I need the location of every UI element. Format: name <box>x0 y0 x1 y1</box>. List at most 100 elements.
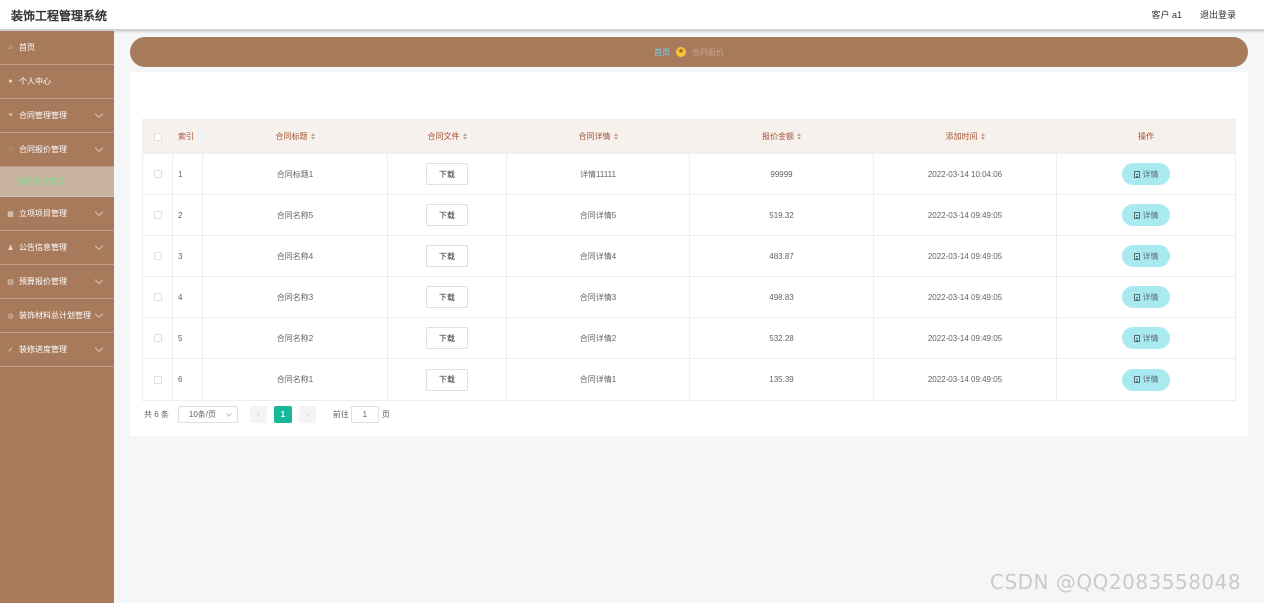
row-title: 合同名称4 <box>203 236 388 276</box>
download-button[interactable]: 下载 <box>426 163 468 185</box>
sidebar-item-label: 公告信息管理 <box>19 243 67 252</box>
row-checkbox[interactable] <box>153 293 162 301</box>
breadcrumb-home[interactable]: 首页 <box>654 47 670 58</box>
download-button[interactable]: 下载 <box>426 368 468 391</box>
row-index: 4 <box>173 277 203 317</box>
download-button[interactable]: 下载 <box>426 286 468 308</box>
contract-icon: ≡ <box>8 112 13 119</box>
chevron-down-icon <box>94 207 104 217</box>
detail-button[interactable]: 详情 <box>1122 245 1170 267</box>
row-actions: 详情 <box>1057 195 1235 235</box>
detail-button[interactable]: 详情 <box>1122 163 1170 185</box>
row-time: 2022-03-14 09:49:05 <box>874 236 1057 276</box>
detail-button[interactable]: 详情 <box>1122 204 1170 226</box>
detail-button[interactable]: 详情 <box>1122 368 1170 391</box>
project-icon: ▦ <box>7 210 14 218</box>
table-row: 5 合同名称2 下载 合同详情2 532.28 2022-03-14 09:49… <box>143 318 1235 359</box>
sort-icon[interactable] <box>797 133 801 140</box>
star-icon: ★ <box>676 47 686 57</box>
row-title: 合同名称3 <box>203 277 388 317</box>
budget-icon: ▤ <box>7 278 14 286</box>
sidebar-item-contract[interactable]: ≡ 合同管理管理 <box>0 99 114 133</box>
sidebar-item-notice[interactable]: ♟ 公告信息管理 <box>0 231 114 265</box>
column-header-time[interactable]: 添加时间 <box>874 120 1057 153</box>
row-time: 2022-03-14 09:49:05 <box>874 359 1057 400</box>
notice-icon: ♟ <box>7 244 14 252</box>
chevron-down-icon <box>94 343 104 353</box>
row-actions: 详情 <box>1057 318 1235 358</box>
row-select-cell <box>143 195 173 235</box>
sort-icon[interactable] <box>980 133 985 140</box>
chevron-down-icon <box>94 275 104 285</box>
row-checkbox[interactable] <box>153 334 162 342</box>
goto-page-input[interactable] <box>350 406 379 423</box>
download-button[interactable]: 下载 <box>426 204 468 226</box>
sidebar-item-label: 合同管理管理 <box>19 111 67 120</box>
detail-button-label: 详情 <box>1142 251 1159 261</box>
row-detail: 合同详情5 <box>507 195 690 235</box>
sidebar-item-contract-quote[interactable]: ◌ 合同报价管理 <box>0 133 114 167</box>
sort-icon[interactable] <box>613 133 618 140</box>
row-time: 2022-03-14 09:49:05 <box>874 195 1057 235</box>
sort-icon[interactable] <box>462 133 467 140</box>
detail-button-label: 详情 <box>1142 292 1159 302</box>
column-header-title[interactable]: 合同标题 <box>203 120 388 153</box>
sort-icon[interactable] <box>310 133 315 140</box>
column-header-detail[interactable]: 合同详情 <box>507 120 690 153</box>
row-select-cell <box>143 154 173 194</box>
row-checkbox[interactable] <box>153 375 162 384</box>
page-number-button[interactable]: 1 <box>273 406 292 423</box>
table-row: 3 合同名称4 下载 合同详情4 483.87 2022-03-14 09:49… <box>143 236 1235 277</box>
document-icon <box>1133 170 1140 178</box>
row-select-cell <box>143 277 173 317</box>
sidebar-item-profile[interactable]: ● 个人中心 <box>0 65 114 99</box>
select-all-cell <box>143 120 173 153</box>
table-row: 6 合同名称1 下载 合同详情1 135.39 2022-03-14 09:49… <box>143 359 1235 400</box>
sidebar: ⌂ 首页 ● 个人中心 ≡ 合同管理管理 ◌ 合同报价管理 合同报价管理 ▦ 立… <box>0 31 114 603</box>
row-checkbox[interactable] <box>153 252 162 260</box>
row-detail: 合同详情2 <box>507 318 690 358</box>
sidebar-item-project[interactable]: ▦ 立项项目管理 <box>0 197 114 231</box>
row-amount: 498.83 <box>690 277 874 317</box>
row-file-cell: 下载 <box>388 318 507 358</box>
row-checkbox[interactable] <box>153 170 162 178</box>
logout-button[interactable]: 退出登录 <box>1200 8 1236 21</box>
row-actions: 详情 <box>1057 154 1235 194</box>
select-all-checkbox[interactable] <box>153 132 162 141</box>
chevron-down-icon <box>94 143 104 153</box>
download-button[interactable]: 下载 <box>426 327 468 349</box>
page-size-select[interactable]: 10条/页 <box>177 406 238 423</box>
row-checkbox[interactable] <box>153 211 162 219</box>
row-title: 合同名称5 <box>203 195 388 235</box>
row-amount: 519.32 <box>690 195 874 235</box>
chevron-down-icon <box>94 109 104 119</box>
column-header-amount[interactable]: 报价金额 <box>690 120 874 153</box>
sidebar-subitem-contract-quote[interactable]: 合同报价管理 <box>0 167 114 197</box>
row-file-cell: 下载 <box>388 277 507 317</box>
document-icon <box>1133 211 1140 219</box>
sidebar-item-home[interactable]: ⌂ 首页 <box>0 31 114 65</box>
prev-page-button[interactable]: ‹ <box>249 406 267 423</box>
download-button[interactable]: 下载 <box>426 245 468 267</box>
sidebar-item-budget[interactable]: ▤ 预算报价管理 <box>0 265 114 299</box>
column-header-label: 合同文件 <box>427 132 460 141</box>
row-amount: 135.39 <box>690 359 874 400</box>
row-actions: 详情 <box>1057 277 1235 317</box>
row-actions: 详情 <box>1057 236 1235 276</box>
row-detail: 合同详情1 <box>507 359 690 400</box>
page-size-value: 10条/页 <box>188 410 217 419</box>
column-header-file[interactable]: 合同文件 <box>388 120 507 153</box>
row-amount: 99999 <box>690 154 874 194</box>
sidebar-item-material[interactable]: ◎ 装饰材料总计划管理 <box>0 299 114 333</box>
sidebar-item-label: 立项项目管理 <box>19 209 67 218</box>
row-index: 6 <box>173 359 203 400</box>
user-info: 客户 a1 <box>1151 10 1182 20</box>
column-header-label: 合同标题 <box>275 132 308 141</box>
sidebar-item-progress[interactable]: ✓ 装修进度管理 <box>0 333 114 367</box>
row-index: 5 <box>173 318 203 358</box>
detail-button[interactable]: 详情 <box>1122 327 1170 349</box>
document-icon <box>1133 252 1140 260</box>
detail-button[interactable]: 详情 <box>1122 286 1170 308</box>
next-page-button[interactable]: › <box>298 406 316 423</box>
row-time: 2022-03-14 09:49:05 <box>874 318 1057 358</box>
